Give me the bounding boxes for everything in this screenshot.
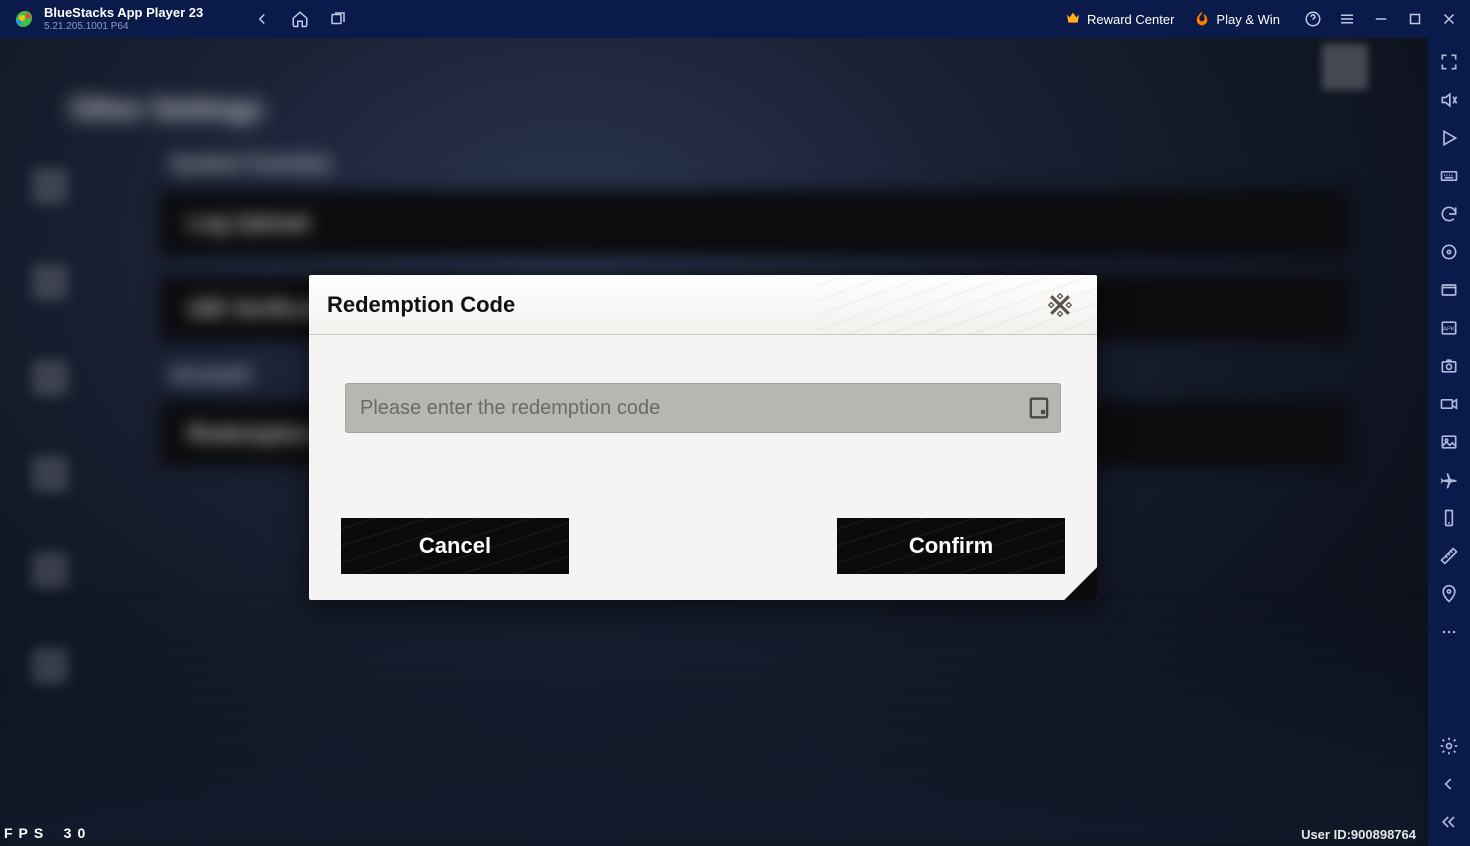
more-icon[interactable] [1439, 622, 1459, 642]
reward-center-button[interactable]: Reward Center [1055, 10, 1184, 29]
play-and-win-button[interactable]: Play & Win [1184, 10, 1290, 29]
play-store-icon[interactable] [1439, 128, 1459, 148]
keymap-icon[interactable] [1439, 166, 1459, 186]
device-icon[interactable] [1439, 508, 1459, 528]
record-icon[interactable] [1439, 394, 1459, 414]
titlebar: BlueStacks App Player 23 5.21.205.1001 P… [0, 0, 1470, 38]
redemption-code-modal: Redemption Code Cancel Confirm [309, 275, 1097, 600]
confirm-button[interactable]: Confirm [837, 518, 1065, 574]
sync-icon[interactable] [1439, 204, 1459, 224]
help-icon[interactable] [1304, 10, 1322, 28]
title-block: BlueStacks App Player 23 5.21.205.1001 P… [44, 6, 203, 31]
bluestacks-logo-icon [12, 7, 36, 31]
modal-header: Redemption Code [309, 275, 1097, 335]
blurred-page-title: Other Settings [70, 93, 1368, 125]
minimize-icon[interactable] [1372, 10, 1390, 28]
close-window-icon[interactable] [1440, 10, 1458, 28]
code-input-wrap [345, 383, 1061, 433]
image-icon[interactable] [1439, 432, 1459, 452]
blurred-row-log-upload: Log Upload [160, 190, 1350, 256]
rotate-icon[interactable] [1439, 242, 1459, 262]
svg-text:APK: APK [1443, 327, 1455, 333]
blurred-left-nav [20, 158, 80, 786]
back-arrow-icon[interactable] [1439, 774, 1459, 794]
reward-center-label: Reward Center [1087, 12, 1174, 27]
right-sidebar: APK [1428, 38, 1470, 846]
menu-icon[interactable] [1338, 10, 1356, 28]
collapse-icon[interactable] [1439, 812, 1459, 832]
blurred-section-title: System Function [170, 153, 1368, 176]
fullscreen-icon[interactable] [1439, 52, 1459, 72]
ruler-icon[interactable] [1439, 546, 1459, 566]
modal-close-icon[interactable] [1045, 290, 1075, 320]
install-apk-icon[interactable]: APK [1439, 318, 1459, 338]
play-and-win-label: Play & Win [1216, 12, 1280, 27]
home-icon[interactable] [291, 10, 309, 28]
back-icon[interactable] [253, 10, 271, 28]
user-id: User ID:900898764 [1301, 827, 1416, 842]
redemption-code-input[interactable] [345, 383, 1061, 433]
recents-icon[interactable] [329, 10, 347, 28]
screenshot-icon[interactable] [1439, 356, 1459, 376]
paste-icon[interactable] [1025, 394, 1053, 422]
location-icon[interactable] [1439, 584, 1459, 604]
app-version: 5.21.205.1001 P64 [44, 21, 203, 32]
fps-counter: FPS 30 [4, 825, 91, 842]
maximize-icon[interactable] [1406, 10, 1424, 28]
modal-title: Redemption Code [327, 292, 515, 318]
airplane-icon[interactable] [1439, 470, 1459, 490]
crown-icon [1065, 10, 1081, 29]
settings-icon[interactable] [1439, 736, 1459, 756]
volume-icon[interactable] [1439, 90, 1459, 110]
cancel-button[interactable]: Cancel [341, 518, 569, 574]
media-icon[interactable] [1439, 280, 1459, 300]
app-name: BlueStacks App Player 23 [44, 6, 203, 20]
modal-corner-accent [1064, 567, 1097, 600]
flame-icon [1194, 10, 1210, 29]
game-viewport: Other Settings System Function Log Uploa… [0, 38, 1428, 846]
